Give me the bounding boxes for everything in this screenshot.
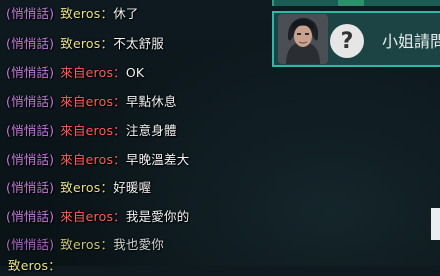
chat-line: (悄悄話) 來自eros：OK <box>6 63 144 83</box>
whisper-tag: (悄悄話) <box>6 152 55 167</box>
chat-line: (悄悄話) 致eros：我也愛你 <box>6 235 164 255</box>
recipient-prefix[interactable]: 致eros： <box>60 6 113 21</box>
portrait-image <box>278 14 328 64</box>
chat-log: (悄悄話) 致eros：休了 (悄悄話) 致eros：不太舒服 (悄悄話) 來自ero… <box>0 0 290 273</box>
sender-prefix[interactable]: 來自eros： <box>60 65 126 80</box>
message-text: 我也愛你 <box>113 237 164 252</box>
notification-label: 小姐請問 <box>382 32 440 51</box>
message-text: OK <box>125 65 145 80</box>
chat-line: (悄悄話) 來自eros：早晚溫差大 <box>6 150 189 170</box>
question-mark-icon[interactable]: ? <box>330 24 364 58</box>
whisper-tag: (悄悄話) <box>6 6 55 21</box>
whisper-tag: (悄悄話) <box>6 180 55 195</box>
npc-portrait <box>278 14 328 64</box>
chat-line: (悄悄話) 致eros：休了 <box>6 4 139 24</box>
whisper-tag: (悄悄話) <box>6 237 55 252</box>
message-text: 我是愛你的 <box>125 209 190 224</box>
whisper-tag: (悄悄話) <box>6 209 55 224</box>
recipient-prefix[interactable]: 致eros： <box>60 180 113 195</box>
message-text: 好暖喔 <box>113 180 152 195</box>
sender-prefix[interactable]: 來自eros： <box>60 123 126 138</box>
chat-line: (悄悄話) 來自eros：注意身體 <box>6 121 177 141</box>
message-text: 早晚溫差大 <box>125 152 190 167</box>
whisper-tag: (悄悄話) <box>6 123 55 138</box>
sender-prefix[interactable]: 來自eros： <box>60 94 126 109</box>
chat-line: (悄悄話) 致eros：不太舒服 <box>6 34 164 54</box>
whisper-tag: (悄悄話) <box>6 94 55 109</box>
recipient-prefix[interactable]: 致eros： <box>60 36 113 51</box>
chat-line: (悄悄話) 來自eros：早點休息 <box>6 92 177 112</box>
question-glyph: ? <box>340 28 354 54</box>
recipient-prefix[interactable]: 致eros： <box>60 237 113 252</box>
chat-line: (悄悄話) 來自eros：我是愛你的 <box>6 207 189 227</box>
whisper-tag: (悄悄話) <box>6 65 55 80</box>
message-text: 不太舒服 <box>113 36 164 51</box>
chat-input-prefix[interactable]: 致eros： <box>8 256 61 276</box>
message-text: 早點休息 <box>125 94 177 109</box>
chat-line: (悄悄話) 致eros：好暖喔 <box>6 178 151 198</box>
sender-prefix[interactable]: 來自eros： <box>60 209 126 224</box>
message-text: 休了 <box>113 6 139 21</box>
sender-prefix[interactable]: 來自eros： <box>60 152 126 167</box>
side-scroll-handle[interactable] <box>431 208 440 240</box>
whisper-tag: (悄悄話) <box>6 36 55 51</box>
top-strip-accent <box>338 0 364 6</box>
message-text: 注意身體 <box>125 123 177 138</box>
